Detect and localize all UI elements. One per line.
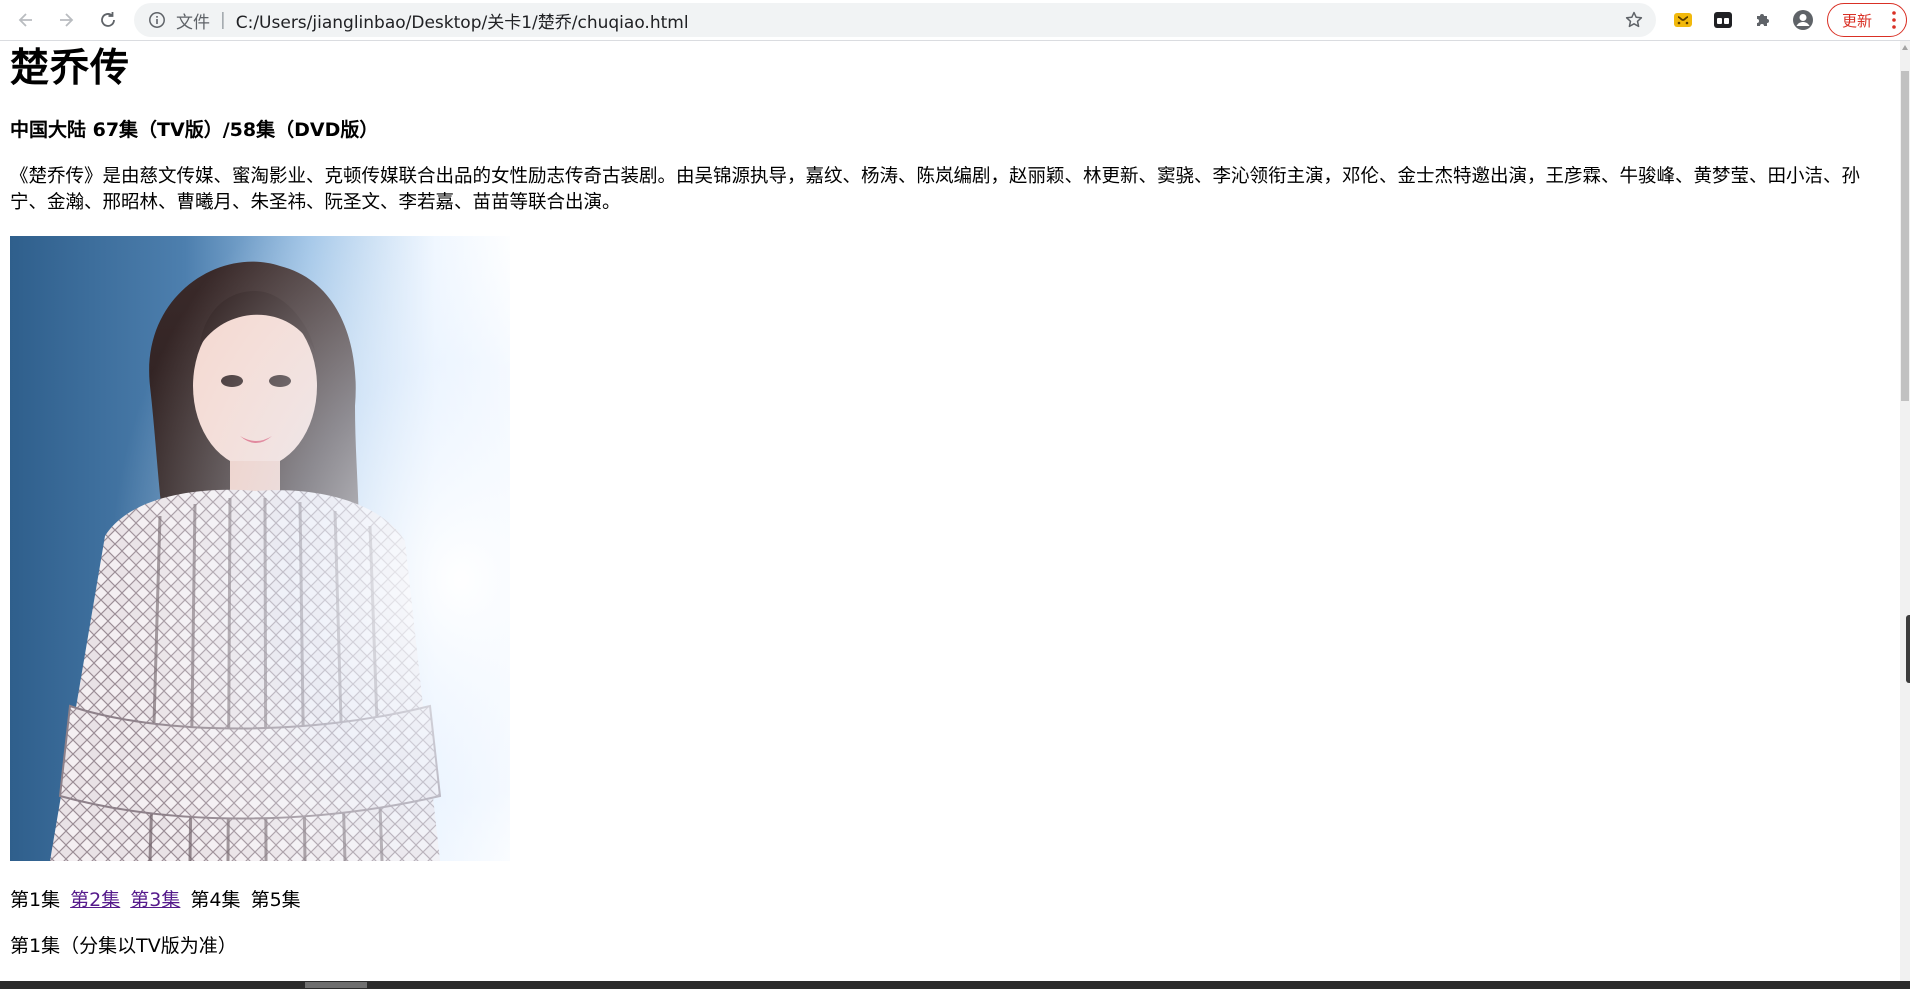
browser-toolbar: 文件 | C:/Users/jianglinbao/Desktop/关卡1/楚乔… bbox=[0, 0, 1910, 41]
info-icon[interactable] bbox=[148, 11, 166, 29]
arrow-right-icon bbox=[60, 13, 74, 27]
horizontal-scrollbar-thumb[interactable] bbox=[305, 982, 367, 988]
page-subtitle: 中国大陆 67集（TV版）/58集（DVD版） bbox=[10, 119, 379, 141]
reload-icon bbox=[101, 12, 115, 27]
scheme-separator: | bbox=[220, 10, 226, 30]
actress-photo bbox=[10, 236, 510, 861]
arrow-left-icon bbox=[18, 13, 32, 27]
portrait-image bbox=[10, 236, 510, 861]
puzzle-icon[interactable] bbox=[1751, 8, 1775, 32]
media-extension-icon[interactable] bbox=[1711, 8, 1735, 32]
more-vertical-icon bbox=[1892, 11, 1896, 29]
horizontal-scrollbar[interactable] bbox=[0, 981, 1910, 989]
episode-note: 第1集（分集以TV版为准） bbox=[10, 935, 237, 957]
scheme-label: 文件 bbox=[176, 12, 210, 33]
reload-button[interactable] bbox=[88, 0, 128, 40]
episode-1: 第1集 bbox=[10, 889, 61, 911]
episode-3-link[interactable]: 第3集 bbox=[130, 889, 180, 911]
page-title: 楚乔传 bbox=[10, 46, 131, 91]
page-viewport: 楚乔传 中国大陆 67集（TV版）/58集（DVD版） 《楚乔传》是由慈文传媒、… bbox=[0, 41, 1900, 981]
address-bar[interactable]: 文件 | C:/Users/jianglinbao/Desktop/关卡1/楚乔… bbox=[134, 3, 1656, 37]
episode-list: 第1集 第2集 第3集 第4集 第5集 bbox=[10, 887, 305, 913]
vertical-scrollbar[interactable] bbox=[1900, 41, 1910, 981]
update-button[interactable]: 更新 bbox=[1827, 3, 1907, 37]
side-panel-handle[interactable] bbox=[1906, 615, 1910, 683]
episode-5: 第5集 bbox=[250, 889, 301, 911]
scrollbar-thumb[interactable] bbox=[1901, 71, 1909, 401]
star-icon[interactable] bbox=[1624, 10, 1644, 30]
forward-button[interactable] bbox=[46, 0, 86, 40]
back-button[interactable] bbox=[6, 0, 46, 40]
update-label: 更新 bbox=[1842, 11, 1873, 30]
description-paragraph: 《楚乔传》是由慈文传媒、蜜淘影业、克顿传媒联合出品的女性励志传奇古装剧。由吴锦源… bbox=[10, 166, 1861, 213]
scroll-up-arrow[interactable] bbox=[1902, 45, 1908, 50]
episode-2-link[interactable]: 第2集 bbox=[70, 889, 120, 911]
episode-4: 第4集 bbox=[190, 889, 241, 911]
tampermonkey-icon[interactable] bbox=[1671, 8, 1695, 32]
profile-icon[interactable] bbox=[1791, 8, 1815, 32]
url-text[interactable]: C:/Users/jianglinbao/Desktop/关卡1/楚乔/chuq… bbox=[236, 8, 689, 33]
